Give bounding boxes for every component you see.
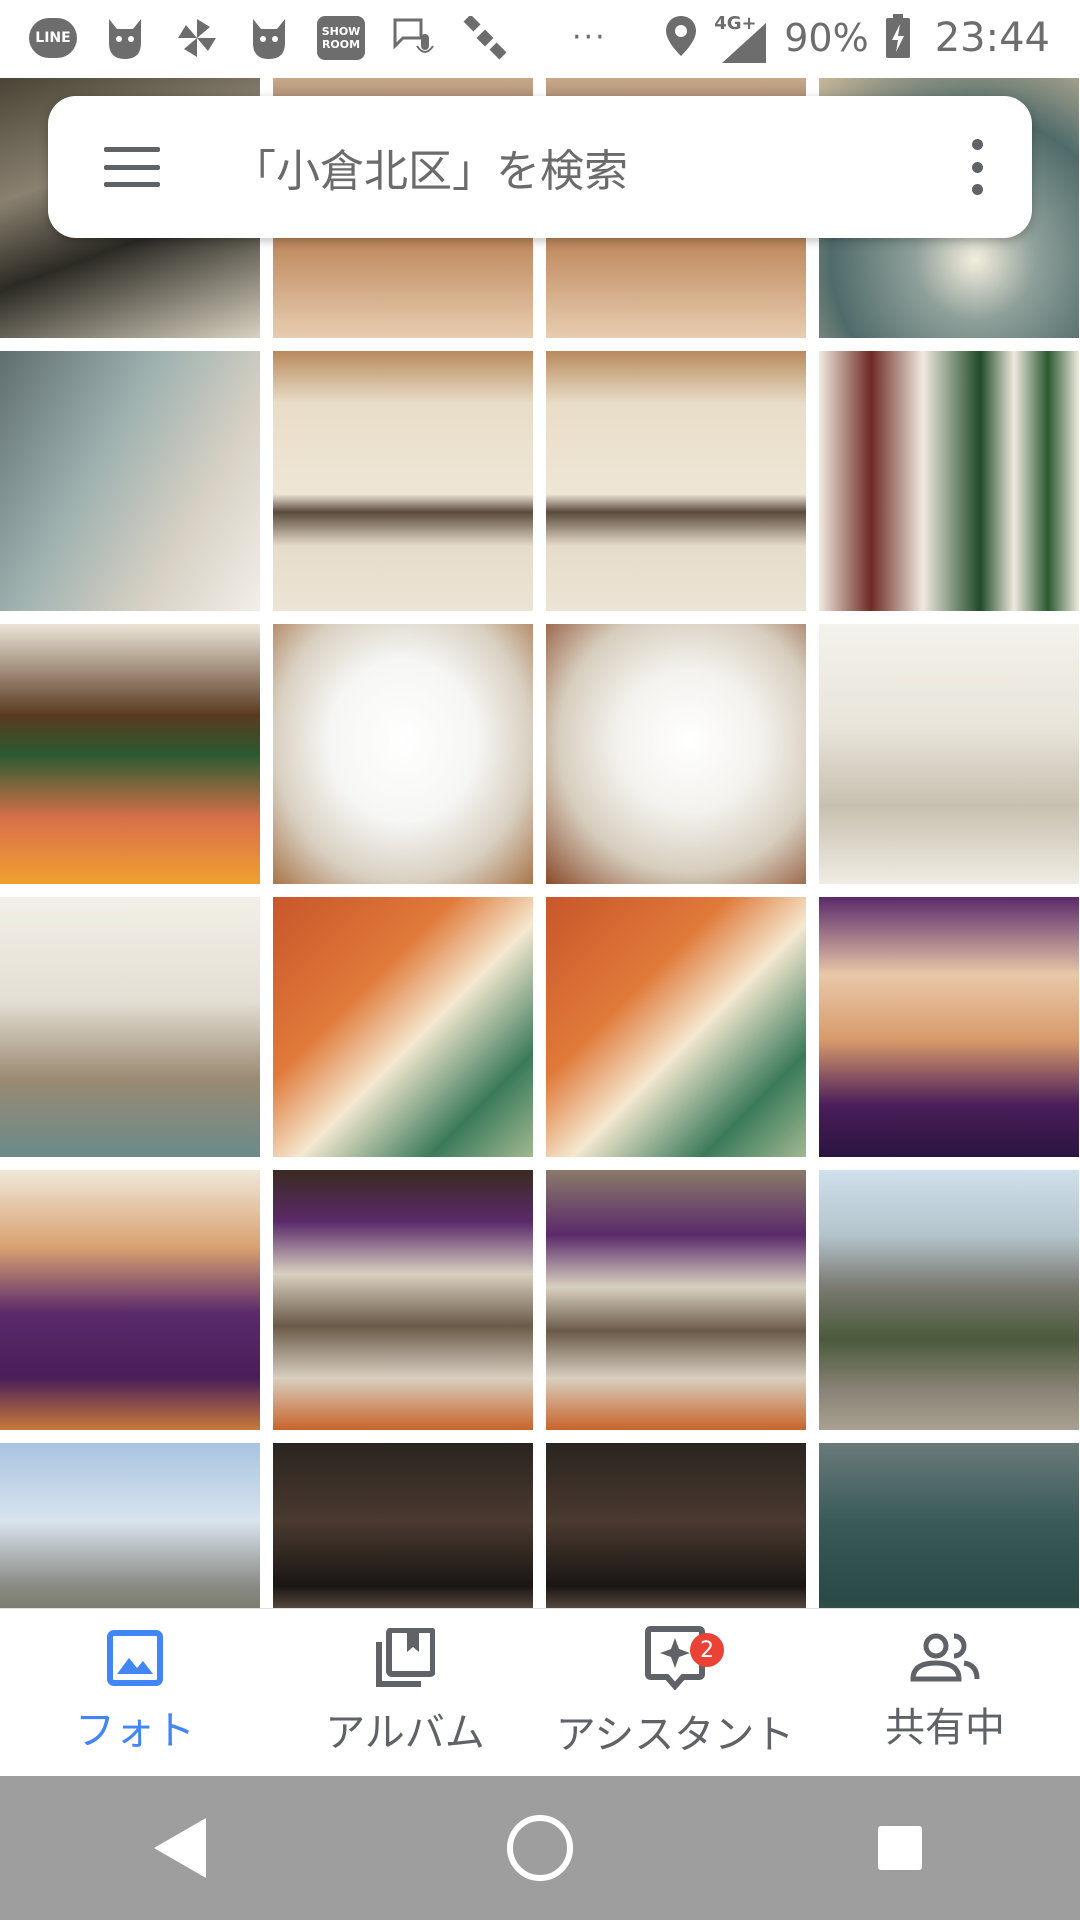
line-label: LINE [29,17,77,58]
photo-thumbnail[interactable] [546,351,806,611]
voice-chat-icon [388,13,438,63]
photo-thumbnail[interactable] [819,624,1079,884]
cat-app-icon-2 [244,13,294,63]
tab-photos[interactable]: フォト [0,1609,270,1777]
photo-thumbnail[interactable] [0,624,260,884]
cat-app-icon [100,13,150,63]
photo-thumbnail[interactable] [819,351,1079,611]
tab-photos-label: フォト [75,1708,195,1754]
signal-icon: 4G+ [714,13,768,63]
tab-assistant-label: アシスタント [555,1712,795,1758]
clock: 23:44 [934,14,1050,61]
photo-thumbnail[interactable] [546,897,806,1157]
status-bar: LINE SHOW ROOM ··· 4G+ 90% 23:44 [0,0,1080,75]
system-navigation-bar [0,1776,1080,1920]
tab-sharing[interactable]: 共有中 [810,1609,1080,1777]
bottom-navigation: フォト アルバム 2 アシスタント 共有中 [0,1608,1080,1777]
assistant-badge: 2 [690,1633,724,1667]
tab-sharing-label: 共有中 [885,1705,1005,1751]
photo-thumbnail[interactable] [819,1170,1079,1430]
photo-thumbnail[interactable] [273,624,533,884]
tab-albums-label: アルバム [325,1710,485,1756]
search-input[interactable]: 「小倉北区」を検索 [232,135,962,199]
recents-icon [878,1826,922,1870]
photo-thumbnail[interactable] [819,1443,1079,1608]
pinwheel-icon [172,13,222,63]
menu-icon[interactable] [104,147,160,187]
location-icon [664,14,698,62]
satellite-icon [460,13,510,63]
photo-thumbnail[interactable] [273,351,533,611]
showroom-label: SHOW ROOM [317,15,365,60]
home-button[interactable] [495,1803,585,1893]
tab-assistant[interactable]: 2 アシスタント [540,1609,810,1777]
photo-thumbnail[interactable] [0,1443,260,1608]
photo-thumbnail[interactable] [273,1443,533,1608]
back-button[interactable] [135,1803,225,1893]
album-icon [376,1628,435,1687]
photo-thumbnail[interactable] [546,624,806,884]
photo-thumbnail[interactable] [0,1170,260,1430]
battery-percent: 90% [784,15,869,60]
back-icon [154,1818,206,1878]
photo-thumbnail[interactable] [546,1170,806,1430]
home-icon [507,1815,573,1881]
photo-thumbnail[interactable] [0,351,260,611]
photo-thumbnail[interactable] [273,1170,533,1430]
photo-grid[interactable] [0,78,1080,1608]
more-notifications-indicator: ··· [572,20,607,55]
photo-thumbnail[interactable] [0,897,260,1157]
more-options-icon[interactable] [962,139,992,195]
people-icon [910,1633,980,1682]
line-app-icon: LINE [28,13,78,63]
photo-thumbnail[interactable] [273,897,533,1157]
recents-button[interactable] [855,1803,945,1893]
battery-charging-icon [885,13,911,62]
tab-albums[interactable]: アルバム [270,1609,540,1777]
photo-thumbnail[interactable] [546,1443,806,1608]
search-bar[interactable]: 「小倉北区」を検索 [48,96,1032,238]
showroom-icon: SHOW ROOM [316,13,366,63]
photo-icon [107,1630,163,1686]
photo-thumbnail[interactable] [819,897,1079,1157]
